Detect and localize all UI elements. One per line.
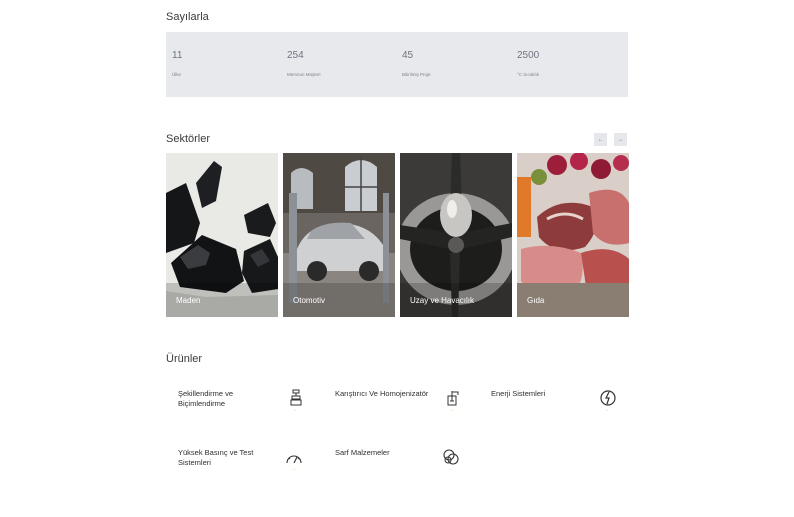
stat-label: Bitirilmiş Proje [402,72,431,77]
carousel-prev-button[interactable]: ← [594,133,607,146]
products-title: Ürünler [166,353,203,365]
product-name: Yüksek Basınç ve Test Sistemleri [178,448,254,467]
product-sekillendirme[interactable]: Şekillendirme ve Biçimlendirme → [178,389,308,419]
gauge-icon [286,455,302,464]
stat-value: 45 [402,50,414,61]
sector-card-label: Gıda [527,296,545,305]
arrow-right-icon: → [292,407,297,413]
sector-card-otomotiv[interactable]: Otomotiv [283,153,395,317]
arrow-right-icon: → [604,407,609,413]
mixer-icon [447,391,459,406]
sector-card-gida[interactable]: Gıda [517,153,629,317]
product-karistirici[interactable]: Karıştırıcı Ve Homojenizatör → [335,389,465,419]
sector-card-maden[interactable]: Maden [166,153,278,317]
product-name: Sarf Malzemeler [335,448,390,457]
arrow-left-icon: ← [597,136,604,143]
stat-label: °C Sıcaklık [517,72,540,77]
arrow-right-icon: → [448,466,453,472]
consumables-icon [443,449,459,465]
stat-label: Memnun Müşteri [287,72,321,77]
product-name: Şekillendirme ve Biçimlendirme [178,389,234,408]
arrow-right-icon: → [449,407,454,413]
press-machine-icon [290,389,302,406]
product-name: Enerji Sistemleri [491,389,546,398]
sector-card-label: Maden [176,296,201,305]
stat-value: 11 [172,50,183,61]
product-sarf-malzemeler[interactable]: Sarf Malzemeler → [335,448,465,478]
sector-card-label: Otomotiv [293,296,326,305]
product-enerji[interactable]: Enerji Sistemleri → [491,389,621,419]
arrow-right-icon: → [291,466,296,472]
product-yuksek-basinc[interactable]: Yüksek Basınç ve Test Sistemleri → [178,448,308,478]
arrow-right-icon: → [617,136,624,143]
sector-card-uzay-havacilik[interactable]: Uzay ve Havacılık [400,153,512,317]
stat-label: Ülke [172,72,182,77]
product-name: Karıştırıcı Ve Homojenizatör [335,389,429,398]
energy-icon [600,390,616,406]
sectors-title: Sektörler [166,133,211,145]
stat-value: 254 [287,50,304,61]
stat-value: 2500 [517,50,540,61]
stats-panel: 11 Ülke 254 Memnun Müşteri 45 Bitirilmiş… [166,32,628,97]
carousel-next-button[interactable]: → [614,133,627,146]
sector-card-label: Uzay ve Havacılık [410,296,475,305]
stats-title: Sayılarla [166,11,209,23]
